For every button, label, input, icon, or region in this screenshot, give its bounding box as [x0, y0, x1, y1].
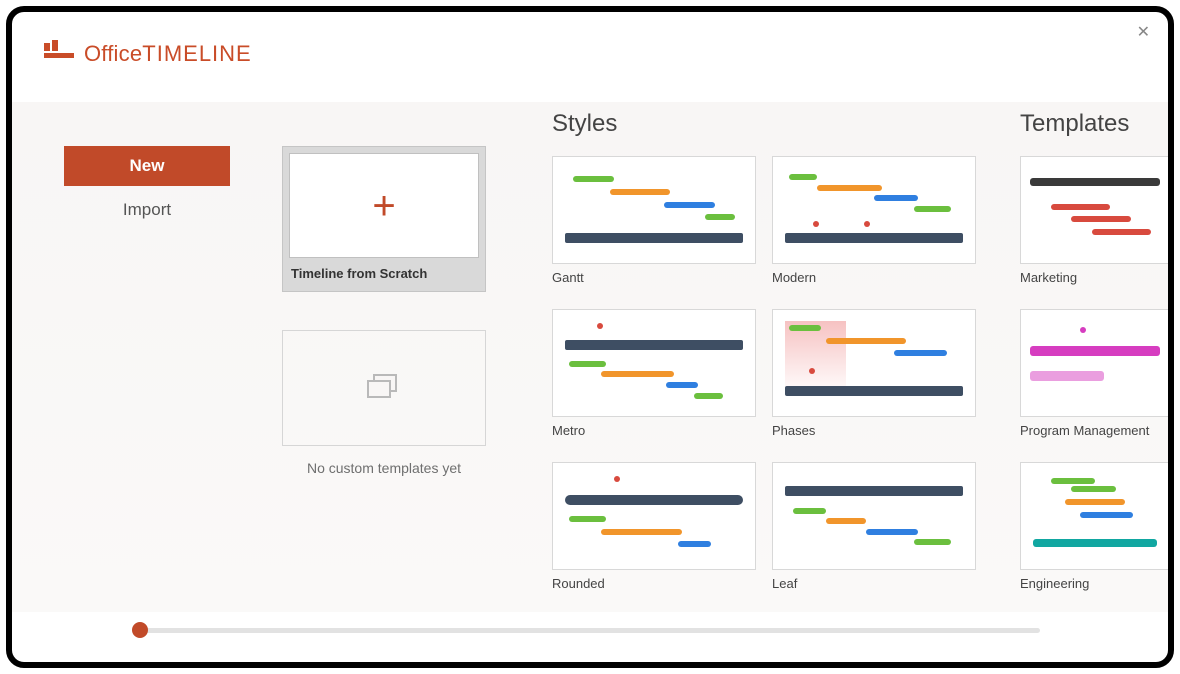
- import-button[interactable]: Import: [64, 190, 230, 230]
- center-column: + Timeline from Scratch No custom templa…: [282, 102, 542, 612]
- timeline-from-scratch-preview: +: [289, 153, 479, 258]
- styles-grid: Gantt Modern: [552, 156, 976, 591]
- timeline-from-scratch-label: Timeline from Scratch: [289, 266, 479, 281]
- timeline-from-scratch-tile[interactable]: + Timeline from Scratch: [282, 146, 486, 292]
- style-tile-phases[interactable]: Phases: [772, 309, 976, 438]
- progress-slider[interactable]: [12, 616, 1168, 644]
- import-button-label: Import: [123, 200, 171, 220]
- slider-track[interactable]: [140, 628, 1040, 633]
- main-content: New Import + Timeline from Scratch No cu…: [12, 102, 1168, 612]
- template-label: Engineering: [1020, 576, 1168, 591]
- style-preview-modern: [772, 156, 976, 264]
- style-label: Modern: [772, 270, 976, 285]
- template-label: Marketing: [1020, 270, 1168, 285]
- style-tile-gantt[interactable]: Gantt: [552, 156, 756, 285]
- new-button-label: New: [130, 156, 165, 176]
- style-label: Leaf: [772, 576, 976, 591]
- templates-header: Templates: [1020, 110, 1168, 138]
- template-preview-marketing: [1020, 156, 1168, 264]
- template-tile-program-management[interactable]: Program Management: [1020, 309, 1168, 438]
- new-button[interactable]: New: [64, 146, 230, 186]
- style-tile-rounded[interactable]: Rounded: [552, 462, 756, 591]
- style-preview-metro: [552, 309, 756, 417]
- plus-icon: +: [372, 186, 395, 226]
- style-label: Metro: [552, 423, 756, 438]
- style-tile-modern[interactable]: Modern: [772, 156, 976, 285]
- style-label: Phases: [772, 423, 976, 438]
- styles-column: Styles Gantt: [552, 110, 976, 612]
- template-label: Program Management: [1020, 423, 1168, 438]
- brand-word-office: Office: [84, 41, 142, 66]
- brand-icon: [44, 40, 74, 68]
- template-tile-engineering[interactable]: Engineering: [1020, 462, 1168, 591]
- style-tile-leaf[interactable]: Leaf: [772, 462, 976, 591]
- style-label: Rounded: [552, 576, 756, 591]
- stack-icon: [367, 374, 401, 402]
- style-preview-phases: [772, 309, 976, 417]
- brand-text: OfficeTIMELINE: [84, 41, 252, 67]
- style-preview-leaf: [772, 462, 976, 570]
- custom-templates-empty-box: [282, 330, 486, 446]
- style-label: Gantt: [552, 270, 756, 285]
- gallery: Styles Gantt: [542, 102, 1168, 612]
- template-preview-program-management: [1020, 309, 1168, 417]
- brand-word-timeline: TIMELINE: [142, 41, 251, 66]
- style-tile-metro[interactable]: Metro: [552, 309, 756, 438]
- no-custom-templates-label: No custom templates yet: [282, 460, 486, 476]
- style-preview-gantt: [552, 156, 756, 264]
- close-icon[interactable]: ✕: [1137, 22, 1150, 42]
- sidebar: New Import: [12, 102, 282, 612]
- style-preview-rounded: [552, 462, 756, 570]
- templates-grid: Marketing Program Management: [1020, 156, 1168, 591]
- slider-thumb[interactable]: [132, 622, 148, 638]
- brand-logo: OfficeTIMELINE: [44, 40, 252, 68]
- template-preview-engineering: [1020, 462, 1168, 570]
- styles-header: Styles: [552, 110, 976, 138]
- templates-column: Templates Marketing: [1020, 110, 1168, 612]
- app-window: ✕ OfficeTIMELINE New Import + Timeline f…: [6, 6, 1174, 668]
- template-tile-marketing[interactable]: Marketing: [1020, 156, 1168, 285]
